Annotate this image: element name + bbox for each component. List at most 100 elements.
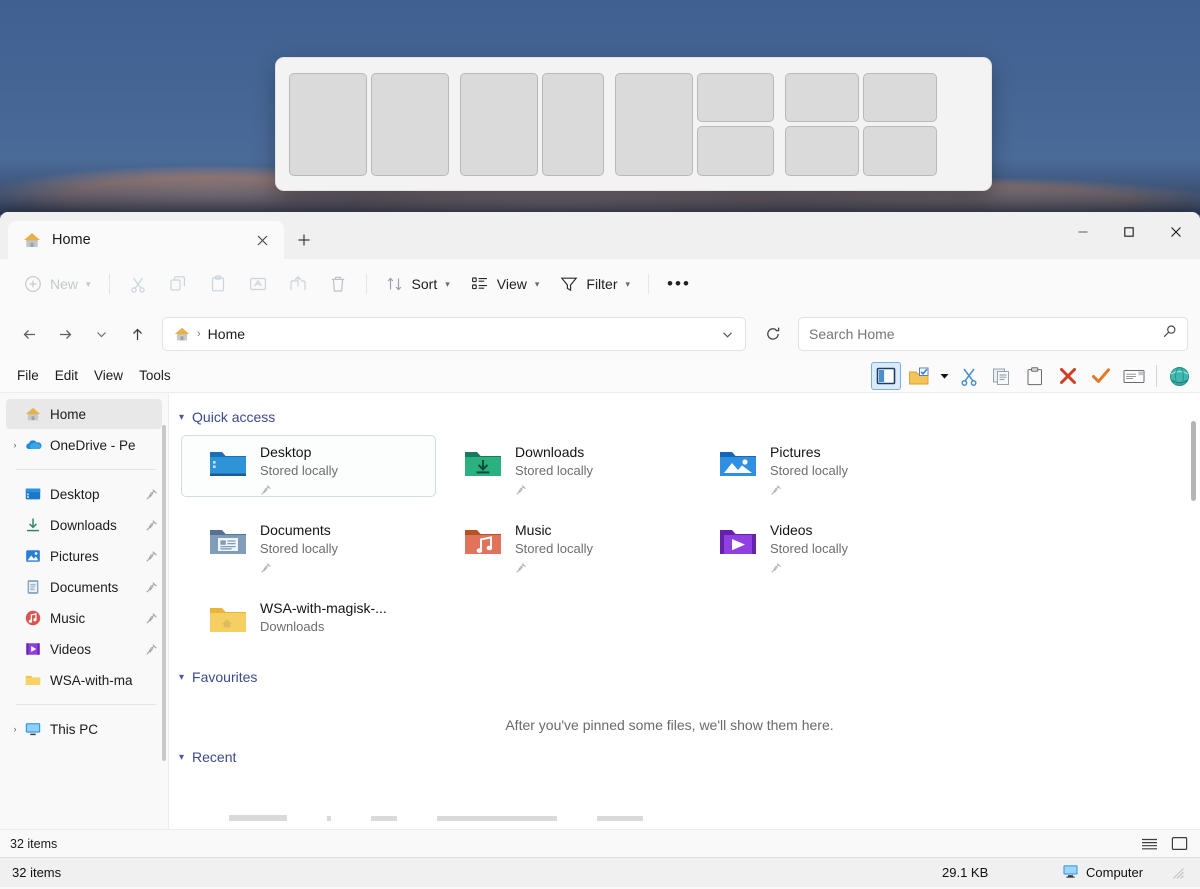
pane-toggle-icon[interactable] — [871, 362, 901, 390]
resize-grip-icon[interactable] — [1171, 866, 1185, 880]
sidebar-item-downloads[interactable]: › Downloads — [6, 510, 162, 540]
sidebar-item-label: Downloads — [50, 518, 117, 533]
orange-check-icon[interactable] — [1086, 362, 1116, 390]
sidebar-item-label: Documents — [50, 580, 118, 595]
tile-name: Desktop — [260, 444, 338, 461]
snap-layouts-flyout[interactable] — [275, 57, 992, 191]
close-tab-icon[interactable] — [248, 226, 276, 254]
folder-documents-icon — [208, 524, 248, 562]
desktop-icon — [24, 485, 42, 503]
address-dropdown-icon[interactable] — [713, 320, 741, 348]
back-button[interactable] — [12, 317, 46, 351]
tile-wsa-with-magisk[interactable]: WSA-with-magisk-... Downloads — [181, 591, 436, 653]
tile-desktop[interactable]: Desktop Stored locally — [181, 435, 436, 497]
section-header-favourites[interactable]: ▾ Favourites — [169, 667, 1200, 691]
snap-cell-quad-bottom-right[interactable] — [863, 126, 937, 176]
new-button-label: New — [50, 276, 78, 292]
tile-documents[interactable]: Documents Stored locally — [181, 513, 436, 575]
filter-button[interactable]: Filter ▾ — [550, 267, 639, 301]
videos-icon — [24, 640, 42, 658]
snap-cell-quad-bottom-left[interactable] — [785, 126, 859, 176]
snap-cell-narrow-right[interactable] — [542, 73, 604, 176]
sidebar-item-this-pc[interactable]: › This PC — [6, 714, 162, 744]
chevron-down-icon[interactable] — [937, 373, 951, 380]
menu-tools[interactable]: Tools — [132, 365, 178, 386]
chevron-down-icon[interactable]: ▾ — [179, 752, 184, 763]
new-tab-button[interactable] — [284, 221, 324, 259]
list-view-icon[interactable] — [1168, 834, 1190, 854]
more-options-button[interactable]: ••• — [658, 267, 700, 301]
chevron-down-icon[interactable]: ▾ — [179, 672, 184, 683]
tile-music[interactable]: Music Stored locally — [436, 513, 691, 575]
snap-cell-large-left[interactable] — [460, 73, 538, 176]
menu-bar: File Edit View Tools — [10, 365, 178, 386]
copy-pages-icon[interactable] — [987, 362, 1017, 390]
maximize-button[interactable] — [1106, 212, 1152, 252]
details-view-icon[interactable] — [1138, 834, 1160, 854]
rename-button[interactable] — [239, 267, 277, 301]
address-bar[interactable]: › Home — [162, 317, 746, 351]
recent-locations-button[interactable] — [84, 317, 118, 351]
cut-button[interactable] — [119, 267, 157, 301]
refresh-button[interactable] — [756, 317, 790, 351]
classic-status-zone: Computer — [1050, 858, 1200, 887]
minimize-button[interactable] — [1060, 212, 1106, 252]
menu-file[interactable]: File — [10, 365, 46, 386]
breadcrumb-home[interactable]: Home — [208, 326, 245, 342]
snap-layout-left-plus-stacked[interactable] — [615, 73, 774, 176]
sort-button[interactable]: Sort ▾ — [376, 267, 459, 301]
address-bar-row: › Home Search Home — [0, 309, 1200, 359]
new-button[interactable]: New ▾ — [14, 267, 100, 301]
section-header-quick-access[interactable]: ▾ Quick access — [169, 403, 1200, 431]
snap-cell-right-half[interactable] — [371, 73, 449, 176]
sidebar-item-music[interactable]: › Music — [6, 603, 162, 633]
snap-cell-bottom-right[interactable] — [697, 126, 774, 176]
rename-box-icon[interactable] — [1119, 362, 1149, 390]
snap-cell-quad-top-right[interactable] — [863, 73, 937, 123]
expand-chevron-icon: › — [6, 613, 24, 623]
forward-button[interactable] — [48, 317, 82, 351]
tile-downloads[interactable]: Downloads Stored locally — [436, 435, 691, 497]
tile-videos[interactable]: Videos Stored locally — [691, 513, 946, 575]
menu-view[interactable]: View — [87, 365, 130, 386]
folder-check-icon[interactable] — [904, 362, 934, 390]
sidebar-item-wsa-with-magisk[interactable]: › WSA-with-ma — [6, 665, 162, 695]
close-window-button[interactable] — [1152, 212, 1200, 252]
tile-pictures[interactable]: Pictures Stored locally — [691, 435, 946, 497]
home-icon — [173, 325, 191, 343]
navigation-pane-scrollbar[interactable] — [162, 425, 166, 761]
snap-layout-two-uneven[interactable] — [460, 73, 604, 176]
sidebar-item-home[interactable]: › Home — [6, 399, 162, 429]
snap-cell-quad-top-left[interactable] — [785, 73, 859, 123]
chevron-down-icon[interactable]: ▾ — [179, 412, 184, 423]
globe-icon[interactable] — [1164, 362, 1194, 390]
sidebar-item-videos[interactable]: › Videos — [6, 634, 162, 664]
paste-button[interactable] — [199, 267, 237, 301]
section-header-recent[interactable]: ▾ Recent — [169, 739, 1200, 771]
scissors-icon[interactable] — [954, 362, 984, 390]
search-input[interactable]: Search Home — [798, 317, 1188, 351]
up-button[interactable] — [120, 317, 154, 351]
expand-chevron-icon[interactable]: › — [6, 724, 24, 734]
view-button[interactable]: View ▾ — [461, 267, 549, 301]
snap-cell-left-half[interactable] — [289, 73, 367, 176]
content-scrollbar[interactable] — [1191, 421, 1196, 501]
tab-home[interactable]: Home — [8, 221, 284, 259]
sidebar-item-pictures[interactable]: › Pictures — [6, 541, 162, 571]
copy-button[interactable] — [159, 267, 197, 301]
snap-layout-four-quadrant[interactable] — [785, 73, 937, 176]
sidebar-item-documents[interactable]: › Documents — [6, 572, 162, 602]
delete-button[interactable] — [319, 267, 357, 301]
menu-edit[interactable]: Edit — [48, 365, 85, 386]
thispc-icon — [24, 720, 42, 738]
expand-chevron-icon[interactable]: › — [6, 440, 24, 450]
search-icon[interactable] — [1162, 324, 1177, 344]
snap-cell-tall-left[interactable] — [615, 73, 693, 176]
sidebar-item-onedrive[interactable]: › OneDrive - Pe — [6, 430, 162, 460]
share-button[interactable] — [279, 267, 317, 301]
snap-cell-top-right[interactable] — [697, 73, 774, 123]
red-x-icon[interactable] — [1053, 362, 1083, 390]
sidebar-item-desktop[interactable]: › Desktop — [6, 479, 162, 509]
clipboard-icon[interactable] — [1020, 362, 1050, 390]
snap-layout-two-equal[interactable] — [289, 73, 449, 176]
